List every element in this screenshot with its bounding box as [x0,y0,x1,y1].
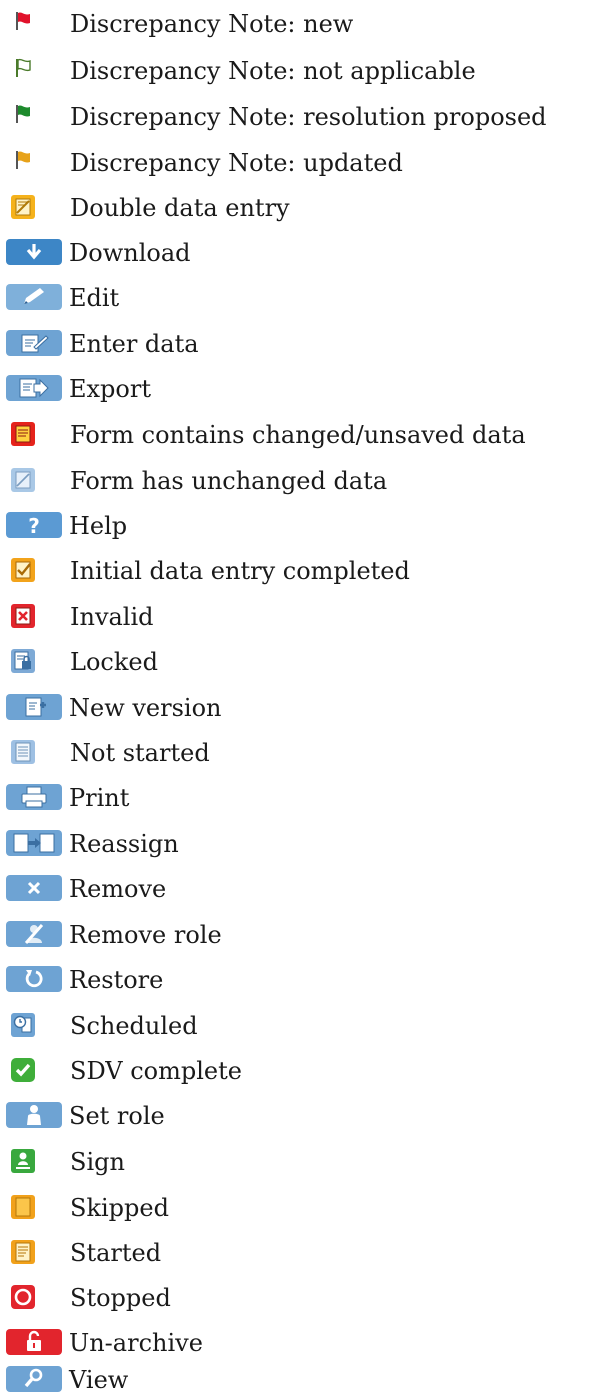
legend-item-label: Set role [69,1102,165,1130]
legend-item-label: Stopped [70,1284,171,1312]
magnifier-icon [6,1366,62,1392]
enter-data-icon [6,330,62,356]
legend-item: Discrepancy Note: not applicable [0,49,593,93]
legend-item-label: Remove [69,875,167,903]
legend-item: Skipped [0,1186,593,1230]
invalid-icon [10,603,36,629]
skipped-icon [10,1194,36,1220]
legend-item-label: Discrepancy Note: resolution proposed [70,103,547,131]
printer-icon [6,784,62,810]
double-data-entry-icon [10,194,36,220]
not-started-icon [10,739,36,765]
legend-item: Download [0,231,593,275]
legend-item: Reassign [0,822,593,866]
sign-icon [10,1148,36,1174]
legend-item-label: View [69,1366,129,1394]
legend-item: Double data entry [0,186,593,230]
legend-item: Stopped [0,1276,593,1320]
legend-item: Remove role [0,913,593,957]
restore-icon [6,966,62,992]
form-unsaved-icon [10,421,36,447]
legend-item-label: Scheduled [70,1012,198,1040]
legend-item: Sign [0,1140,593,1184]
remove-role-icon [6,921,62,947]
legend-item: Print [0,776,593,820]
pencil-icon [6,284,62,310]
legend-item-label: Export [69,375,151,403]
legend-item: Restore [0,958,593,1002]
legend-item: ? Help [0,504,593,548]
reassign-icon [6,830,62,856]
check-icon [10,1057,36,1083]
legend-item-label: Discrepancy Note: updated [70,149,403,177]
legend-item-label: Invalid [70,603,154,631]
green-flag-icon [12,103,34,125]
legend-item: Export [0,367,593,411]
stop-icon [10,1284,36,1310]
help-icon: ? [6,512,62,538]
legend-item: SDV complete [0,1049,593,1093]
legend-item: Started [0,1231,593,1275]
legend-item-label: Form contains changed/unsaved data [70,421,526,449]
legend-item: Form contains changed/unsaved data [0,413,593,457]
form-unchanged-icon [10,467,36,493]
lock-icon [10,648,36,674]
yellow-flag-icon [12,149,34,171]
legend-item-label: Double data entry [70,194,290,222]
legend-item-label: Not started [70,739,210,767]
download-icon [6,239,62,265]
legend-item: Form has unchanged data [0,459,593,503]
legend-item: Edit [0,276,593,320]
legend-item-label: Form has unchanged data [70,467,388,495]
legend-item: View [0,1346,593,1394]
legend-item-label: Reassign [69,830,179,858]
legend-item-label: Enter data [69,330,199,358]
legend-item: Invalid [0,595,593,639]
legend-item-label: Discrepancy Note: new [70,10,354,38]
legend-item: Scheduled [0,1004,593,1048]
legend-item-label: Locked [70,648,158,676]
legend-item-label: Initial data entry completed [70,557,410,585]
initial-entry-complete-icon [10,557,36,583]
legend-item-label: Restore [69,966,164,994]
remove-icon [6,875,62,901]
new-version-icon [6,694,62,720]
legend-item-label: Started [70,1239,162,1267]
legend-item-label: Edit [69,284,120,312]
legend-item: New version [0,686,593,730]
legend-item: Enter data [0,322,593,366]
legend-item: Locked [0,640,593,684]
export-icon [6,375,62,401]
started-icon [10,1239,36,1265]
legend-item: Initial data entry completed [0,549,593,593]
red-flag-icon [12,10,34,32]
legend-item: Discrepancy Note: updated [0,141,593,185]
legend-item-label: Discrepancy Note: not applicable [70,57,476,85]
legend-item-label: Remove role [69,921,222,949]
legend-item-label: SDV complete [70,1057,242,1085]
legend-item-label: Print [69,784,130,812]
legend-item: Not started [0,731,593,775]
person-icon [6,1102,62,1128]
legend-item: Discrepancy Note: new [0,2,593,46]
legend-item: Set role [0,1094,593,1138]
legend-item-label: New version [69,694,222,722]
white-flag-icon [12,57,34,79]
svg-text:?: ? [28,514,40,538]
legend-item-label: Sign [70,1148,125,1176]
clock-icon [10,1012,36,1038]
legend-item: Remove [0,867,593,911]
legend-item: Discrepancy Note: resolution proposed [0,95,593,139]
legend-item-label: Help [69,512,128,540]
legend-item-label: Download [69,239,191,267]
legend-item-label: Skipped [70,1194,169,1222]
